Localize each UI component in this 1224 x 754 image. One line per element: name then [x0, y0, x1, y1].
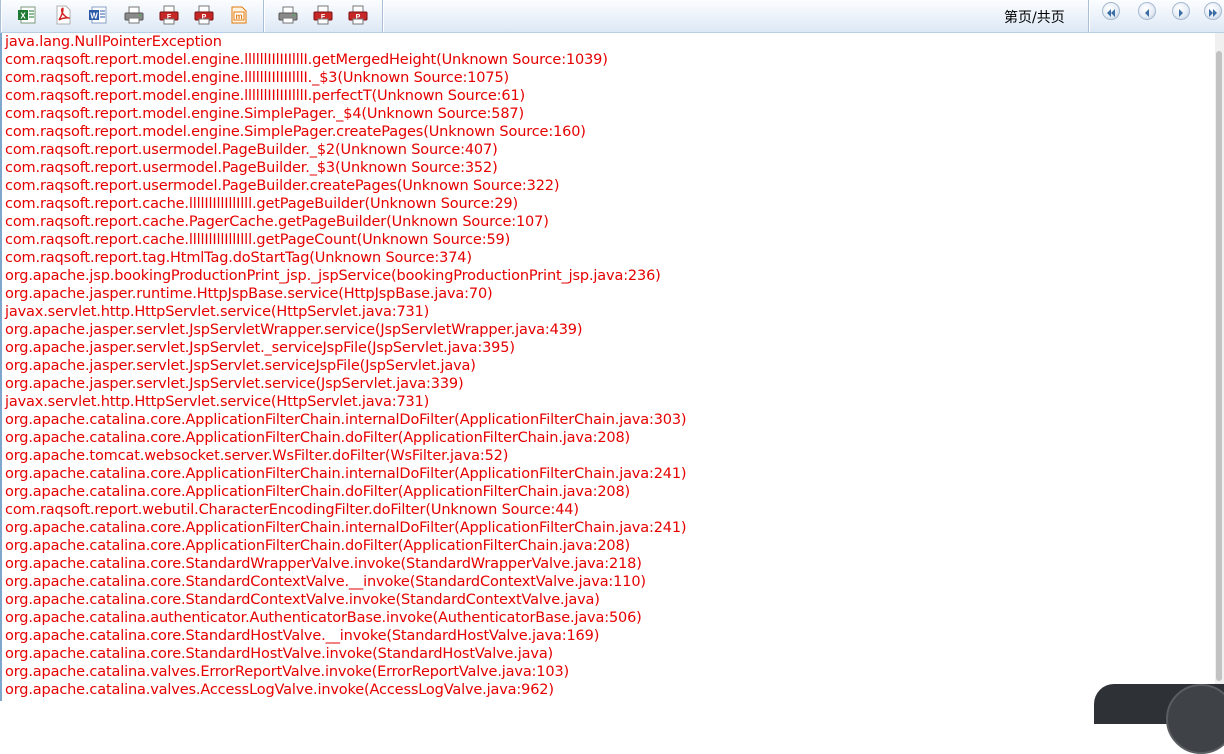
stacktrace-line: org.apache.tomcat.websocket.server.WsFil… [5, 448, 509, 464]
export-pdf-button[interactable] [52, 4, 74, 26]
flash-print-button[interactable]: F [158, 4, 180, 26]
stacktrace-line: javax.servlet.http.HttpServlet.service(H… [5, 394, 430, 410]
word-icon: W [88, 5, 108, 25]
stacktrace-line: com.raqsoft.report.model.engine.SimplePa… [5, 106, 525, 122]
first-page-button[interactable] [1102, 2, 1120, 20]
stacktrace-line: com.raqsoft.report.model.engine.llllllII… [5, 52, 608, 68]
stacktrace-line: org.apache.jasper.servlet.JspServlet.ser… [5, 358, 476, 374]
stacktrace-line: org.apache.catalina.core.StandardHostVal… [5, 646, 554, 662]
stacktrace-line: org.apache.catalina.core.StandardHostVal… [5, 628, 600, 644]
stacktrace-line: org.apache.jsp.bookingProductionPrint_js… [5, 268, 661, 284]
last-page-icon [1208, 2, 1218, 21]
stacktrace-line: org.apache.jasper.servlet.JspServletWrap… [5, 322, 583, 338]
next-page-icon [1177, 2, 1185, 21]
vertical-scrollbar[interactable] [1215, 33, 1224, 701]
prev-page-button[interactable] [1138, 2, 1156, 20]
pdf-print-button[interactable]: P [193, 4, 215, 26]
stacktrace-line: com.raqsoft.report.cache.llllIlIllIllIll… [5, 232, 511, 248]
stacktrace-line: org.apache.jasper.servlet.JspServlet.ser… [5, 376, 464, 392]
toolbar-separator [382, 0, 383, 32]
last-page-button[interactable] [1204, 2, 1222, 20]
excel-icon: X [17, 5, 37, 25]
stacktrace-line: com.raqsoft.report.model.engine.llllllII… [5, 88, 526, 104]
first-page-icon [1106, 2, 1116, 21]
toolbar-separator [1088, 0, 1089, 32]
stacktrace-line: org.apache.catalina.core.ApplicationFilt… [5, 466, 687, 482]
flash-print-group-button[interactable]: F [312, 4, 334, 26]
stacktrace-line: org.apache.catalina.core.StandardContext… [5, 592, 600, 608]
print-group-button[interactable] [277, 4, 299, 26]
stacktrace-line: com.raqsoft.report.tag.HtmlTag.doStartTa… [5, 250, 472, 266]
scrollbar-thumb[interactable] [1216, 51, 1222, 681]
export-image-button[interactable]: m [228, 4, 250, 26]
next-page-button[interactable] [1172, 2, 1190, 20]
svg-text:X: X [20, 12, 26, 21]
pdf-print-icon: P [193, 5, 215, 25]
page-indicator: 第页/共页 [1004, 10, 1065, 26]
stacktrace-line: org.apache.catalina.valves.ErrorReportVa… [5, 664, 570, 680]
print-button[interactable] [123, 4, 145, 26]
image-export-icon: m [229, 5, 249, 25]
flash-print-icon: F [312, 5, 334, 25]
toolbar-separator [0, 0, 1, 32]
stacktrace-line: com.raqsoft.report.cache.PagerCache.getP… [5, 214, 549, 230]
stacktrace-line: org.apache.catalina.core.ApplicationFilt… [5, 430, 631, 446]
stacktrace-line: org.apache.catalina.core.ApplicationFilt… [5, 520, 687, 536]
stacktrace-line: org.apache.catalina.authenticator.Authen… [5, 610, 642, 626]
stacktrace-line: org.apache.catalina.core.ApplicationFilt… [5, 538, 631, 554]
pdf-icon [53, 5, 73, 25]
printer-icon [123, 5, 145, 25]
stacktrace-line: com.raqsoft.report.usermodel.PageBuilder… [5, 160, 498, 176]
stacktrace-line: com.raqsoft.report.usermodel.PageBuilder… [5, 178, 560, 194]
stacktrace-line: com.raqsoft.report.model.engine.SimplePa… [5, 124, 586, 140]
stacktrace-line: org.apache.catalina.core.StandardContext… [5, 574, 646, 590]
stacktrace-line: java.lang.NullPointerException [5, 34, 222, 50]
svg-text:W: W [90, 12, 98, 21]
pdf-print-icon: P [347, 5, 369, 25]
stacktrace-line: com.raqsoft.report.usermodel.PageBuilder… [5, 142, 498, 158]
toolbar-separator [263, 0, 264, 32]
floating-widget-button[interactable] [1166, 684, 1224, 754]
stacktrace-line: org.apache.jasper.servlet.JspServlet._se… [5, 340, 515, 356]
stacktrace-line: com.raqsoft.report.cache.llllIlIllIllIll… [5, 196, 519, 212]
stacktrace-line: org.apache.catalina.core.StandardWrapper… [5, 556, 642, 572]
stacktrace-line: org.apache.catalina.valves.AccessLogValv… [5, 682, 554, 698]
flash-print-icon: F [158, 5, 180, 25]
stacktrace-line: org.apache.jasper.runtime.HttpJspBase.se… [5, 286, 493, 302]
stacktrace-line: org.apache.catalina.core.ApplicationFilt… [5, 412, 687, 428]
prev-page-icon [1143, 2, 1151, 21]
stacktrace-line: org.apache.catalina.core.ApplicationFilt… [5, 484, 631, 500]
printer-icon [277, 5, 299, 25]
stacktrace-line: javax.servlet.http.HttpServlet.service(H… [5, 304, 430, 320]
stacktrace-line: com.raqsoft.report.model.engine.llllllII… [5, 70, 510, 86]
export-excel-button[interactable]: X [16, 4, 38, 26]
error-stacktrace: java.lang.NullPointerException com.raqso… [0, 33, 1216, 701]
report-toolbar: X W F P m F P 第页/共页 [0, 0, 1224, 33]
svg-text:m: m [235, 12, 242, 21]
stacktrace-line: com.raqsoft.report.webutil.CharacterEnco… [5, 502, 579, 518]
pdf-print-group-button[interactable]: P [347, 4, 369, 26]
export-word-button[interactable]: W [87, 4, 109, 26]
